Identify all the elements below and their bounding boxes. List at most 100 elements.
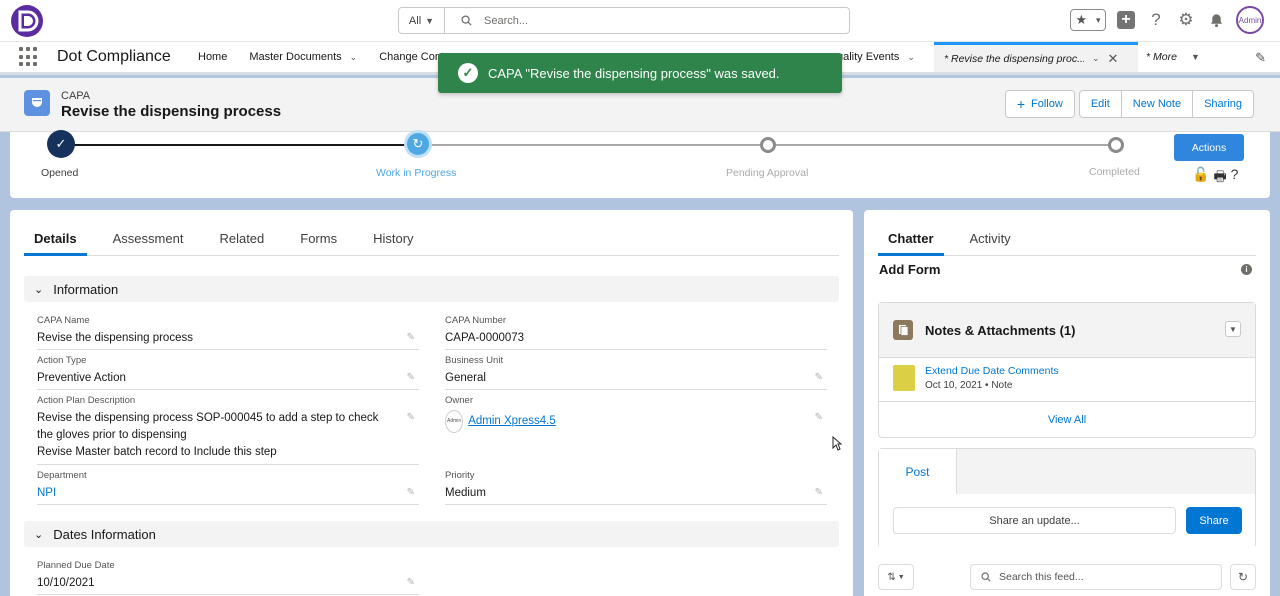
section-information[interactable]: ⌄ Information: [24, 276, 839, 302]
section-dates-information[interactable]: ⌄ Dates Information: [24, 521, 839, 547]
global-search: All ▼ Search...: [398, 7, 850, 34]
notes-menu-dropdown[interactable]: ▼: [1225, 321, 1241, 337]
pencil-icon[interactable]: ✎: [407, 372, 415, 383]
dot-compliance-logo[interactable]: [10, 4, 44, 38]
nav-item-label: Master Documents: [249, 51, 342, 63]
follow-button[interactable]: + Follow: [1004, 90, 1075, 118]
actions-button[interactable]: Actions: [1174, 134, 1244, 161]
path-step-opened[interactable]: ✓: [47, 130, 75, 158]
help-icon[interactable]: ?: [1231, 166, 1239, 190]
nav-item-home[interactable]: Home: [187, 51, 238, 63]
chevron-down-icon[interactable]: ⌄: [350, 52, 358, 63]
owner-link[interactable]: Admin Xpress4.5: [468, 413, 556, 430]
edit-nav-pencil-icon[interactable]: ✎: [1255, 50, 1266, 66]
nav-tab-label: * Revise the dispensing proc...: [944, 52, 1084, 65]
post-tab-label: Post: [905, 464, 930, 479]
field-business-unit: Business Unit General ✎: [445, 355, 827, 390]
printer-icon[interactable]: 🖶: [1213, 166, 1226, 190]
search-placeholder: Search...: [484, 14, 529, 27]
tab-related[interactable]: Related: [209, 226, 274, 256]
info-icon[interactable]: i: [1241, 264, 1252, 275]
chevron-down-icon: ⌄: [34, 528, 44, 541]
nav-tab-active-record[interactable]: * Revise the dispensing proc... ⌄ ✕: [934, 42, 1138, 72]
section-title: Dates Information: [53, 526, 156, 542]
pencil-icon[interactable]: ✎: [407, 332, 415, 343]
nav-more-menu[interactable]: * More ▼: [1146, 42, 1200, 72]
tab-details[interactable]: Details: [24, 226, 87, 256]
share-placeholder: Share an update...: [989, 514, 1080, 527]
field-owner: Owner Admin Admin Xpress4.5 ✎: [445, 395, 827, 465]
chevron-down-icon[interactable]: ⌄: [1092, 53, 1100, 64]
field-department: Department NPI ✎: [37, 470, 419, 505]
follow-label: Follow: [1031, 98, 1063, 110]
field-priority: Priority Medium ✎: [445, 470, 827, 505]
pencil-icon[interactable]: ✎: [815, 487, 823, 498]
tab-activity[interactable]: Activity: [960, 226, 1021, 256]
pencil-icon[interactable]: ✎: [407, 412, 415, 423]
tab-chatter[interactable]: Chatter: [878, 226, 944, 256]
new-note-button[interactable]: New Note: [1120, 90, 1194, 118]
tab-assessment[interactable]: Assessment: [103, 226, 194, 256]
department-link[interactable]: NPI: [37, 485, 419, 502]
path-tools: 🔓 🖶 ?: [1192, 166, 1238, 190]
notes-title: Notes & Attachments (1): [925, 322, 1076, 338]
path-step-completed[interactable]: [1108, 137, 1124, 153]
view-all-label: View All: [1047, 414, 1087, 426]
share-button[interactable]: Share: [1186, 507, 1242, 534]
path-step-pending-approval[interactable]: [760, 137, 776, 153]
field-action-type: Action Type Preventive Action ✎: [37, 355, 419, 390]
star-icon: ★: [1075, 12, 1088, 27]
bell-icon[interactable]: [1206, 10, 1226, 30]
pencil-icon[interactable]: ✎: [407, 577, 415, 588]
view-all-link[interactable]: View All: [879, 401, 1255, 438]
tab-history[interactable]: History: [363, 226, 423, 256]
note-title-link[interactable]: Extend Due Date Comments: [925, 365, 1059, 377]
search-icon: [981, 572, 991, 582]
path-track-complete: [62, 144, 418, 146]
check-icon: ✓: [458, 63, 478, 83]
feed-search-input[interactable]: Search this feed...: [970, 564, 1222, 590]
share-update-input[interactable]: Share an update...: [893, 507, 1176, 534]
sharing-button[interactable]: Sharing: [1192, 90, 1254, 118]
avatar[interactable]: Admin: [1236, 6, 1264, 34]
app-launcher-icon[interactable]: [19, 47, 39, 67]
unlock-icon[interactable]: 🔓: [1192, 166, 1209, 190]
path-step-label: Completed: [1089, 166, 1140, 178]
nav-item-label: Change Cont: [379, 51, 445, 63]
chatter-panel: Chatter Activity Add Form i Notes & Atta…: [864, 210, 1270, 596]
status-path: ✓ ↻ Opened Work in Progress Pending Appr…: [10, 130, 1270, 198]
nav-item-label: uality Events: [837, 51, 900, 63]
help-icon[interactable]: ?: [1146, 10, 1166, 30]
pencil-icon[interactable]: ✎: [407, 487, 415, 498]
chevron-down-icon: ⌄: [34, 283, 44, 296]
header-utility-icons: ★ ▾ + ? ⚙ Admin: [1070, 6, 1264, 34]
chevron-down-icon[interactable]: ⌄: [907, 52, 915, 63]
pencil-icon[interactable]: ✎: [815, 372, 823, 383]
search-input[interactable]: Search...: [445, 15, 849, 27]
search-scope-dropdown[interactable]: All ▼: [399, 8, 445, 33]
tab-post[interactable]: Post: [879, 449, 957, 494]
field-value: CAPA-0000073: [445, 332, 525, 344]
field-value: Preventive Action: [37, 372, 126, 384]
mouse-cursor-icon: [832, 435, 843, 454]
capa-record-icon: [24, 90, 50, 116]
notes-header: Notes & Attachments (1): [879, 303, 1255, 358]
favorites-button[interactable]: ★ ▾: [1070, 9, 1106, 31]
close-icon[interactable]: ✕: [1108, 51, 1119, 67]
record-type: CAPA: [61, 90, 91, 102]
tab-forms[interactable]: Forms: [290, 226, 347, 256]
gear-icon[interactable]: ⚙: [1176, 10, 1196, 30]
nav-item-master-documents[interactable]: Master Documents ⌄: [238, 51, 368, 63]
pencil-icon[interactable]: ✎: [815, 412, 823, 423]
path-step-work-in-progress[interactable]: ↻: [404, 130, 432, 158]
side-tabs: Chatter Activity: [878, 226, 1256, 256]
nav-item-label: Home: [198, 51, 228, 63]
chevron-down-icon: ▼: [1229, 324, 1237, 334]
global-actions-button[interactable]: +: [1116, 10, 1136, 30]
share-label: Share: [1199, 514, 1229, 527]
avatar-label: Admin: [1238, 15, 1262, 25]
feed-sort-button[interactable]: ⇅ ▼: [878, 564, 914, 590]
path-step-label: Work in Progress: [376, 167, 457, 179]
edit-button[interactable]: Edit: [1078, 90, 1122, 118]
refresh-feed-button[interactable]: ↻: [1230, 564, 1256, 590]
